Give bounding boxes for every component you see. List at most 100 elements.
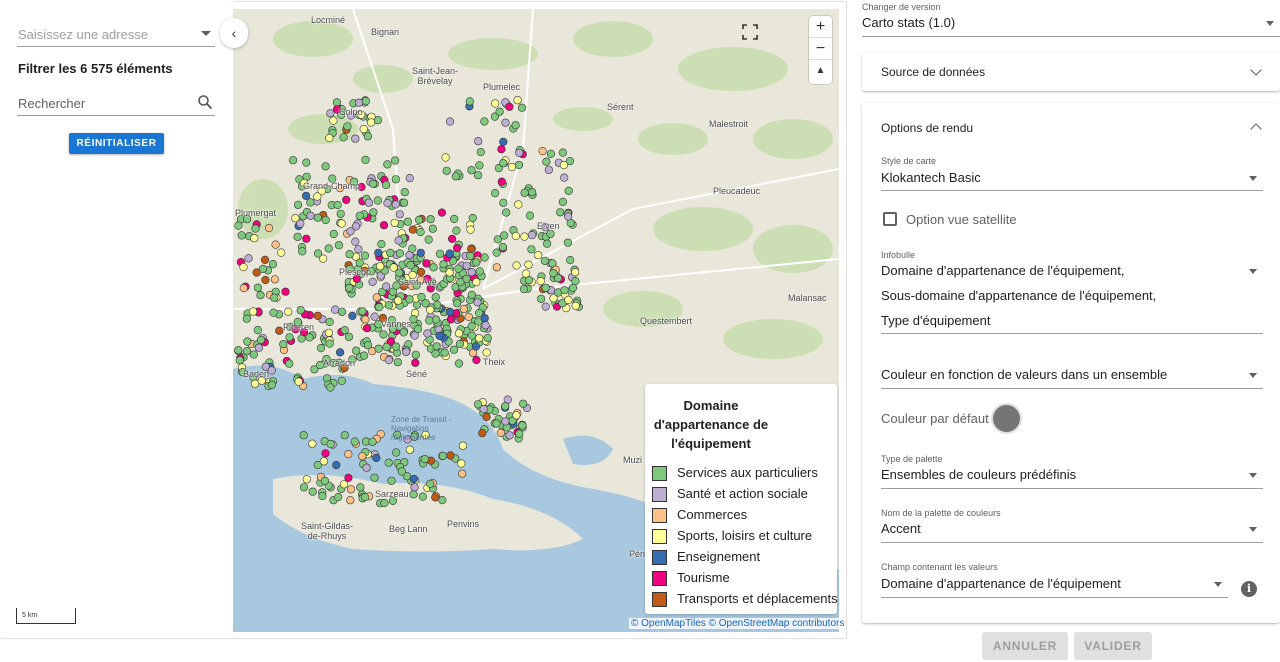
map-point[interactable] xyxy=(528,188,537,197)
map-point[interactable] xyxy=(321,449,330,458)
source-panel[interactable]: Source de données xyxy=(862,53,1280,91)
chevron-up-icon[interactable] xyxy=(1250,123,1262,135)
map-point[interactable] xyxy=(333,200,342,210)
map-point[interactable] xyxy=(491,99,500,108)
map-point[interactable] xyxy=(519,399,528,408)
default-color-picker[interactable] xyxy=(993,405,1020,432)
map-point[interactable] xyxy=(382,180,391,189)
map-point[interactable] xyxy=(242,314,251,323)
map-point[interactable] xyxy=(391,175,400,184)
map-point[interactable] xyxy=(492,248,501,257)
map-point[interactable] xyxy=(560,286,569,295)
map-point[interactable] xyxy=(384,301,393,310)
map-point[interactable] xyxy=(321,215,330,225)
palette-name-select[interactable]: Accent xyxy=(881,521,1263,543)
map-point[interactable] xyxy=(355,258,364,267)
map-point[interactable] xyxy=(514,160,524,170)
map-point[interactable] xyxy=(325,133,334,143)
map-point[interactable] xyxy=(454,264,463,273)
map-point[interactable] xyxy=(306,198,315,207)
map-point[interactable] xyxy=(363,341,373,350)
map-point[interactable] xyxy=(524,260,533,269)
map-point[interactable] xyxy=(321,162,330,171)
map-point[interactable] xyxy=(432,315,441,324)
map-point[interactable] xyxy=(437,208,446,217)
map-point[interactable] xyxy=(536,277,545,286)
map-point[interactable] xyxy=(334,241,343,250)
map-point[interactable] xyxy=(472,258,481,267)
map-point[interactable] xyxy=(354,245,363,254)
map-point[interactable] xyxy=(249,307,258,316)
map-point[interactable] xyxy=(440,348,449,357)
map-point[interactable] xyxy=(264,223,274,233)
map-point[interactable] xyxy=(391,200,400,209)
map-point[interactable] xyxy=(379,221,389,230)
map-point[interactable] xyxy=(244,254,253,263)
map-point[interactable] xyxy=(466,225,475,234)
map-point[interactable] xyxy=(499,159,508,168)
map-point[interactable] xyxy=(325,317,334,327)
map-point[interactable] xyxy=(435,249,445,258)
map-point[interactable] xyxy=(441,153,450,162)
map-point[interactable] xyxy=(284,307,293,316)
map-point[interactable] xyxy=(571,277,580,286)
map-point[interactable] xyxy=(474,137,483,146)
map-point[interactable] xyxy=(405,174,414,183)
map-point[interactable] xyxy=(234,346,243,355)
map-point[interactable] xyxy=(368,437,377,446)
map-point[interactable] xyxy=(302,158,311,167)
map-point[interactable] xyxy=(457,459,466,468)
map-point[interactable] xyxy=(400,198,409,207)
map-point[interactable] xyxy=(449,345,459,354)
map-point[interactable] xyxy=(454,329,464,338)
map-point[interactable] xyxy=(464,312,473,322)
map-point[interactable] xyxy=(376,262,385,271)
map-point[interactable] xyxy=(337,376,346,386)
map-point[interactable] xyxy=(546,149,556,158)
zoom-out-button[interactable]: − xyxy=(809,38,832,60)
map-point[interactable] xyxy=(386,248,395,257)
map-point[interactable] xyxy=(420,455,429,464)
map-point[interactable] xyxy=(389,263,398,272)
map-point[interactable] xyxy=(446,451,455,460)
map-point[interactable] xyxy=(400,188,409,197)
map-point[interactable] xyxy=(361,96,370,106)
map-point[interactable] xyxy=(512,261,521,270)
map-point[interactable] xyxy=(471,342,480,351)
map-point[interactable] xyxy=(363,132,372,141)
map-point[interactable] xyxy=(496,428,506,438)
map-point[interactable] xyxy=(480,253,489,262)
map-point[interactable] xyxy=(479,405,488,414)
map-point[interactable] xyxy=(346,496,355,505)
map-point[interactable] xyxy=(409,474,418,484)
map-point[interactable] xyxy=(313,213,322,222)
map-point[interactable] xyxy=(332,98,341,107)
map-point[interactable] xyxy=(480,117,489,126)
map-point[interactable] xyxy=(334,493,343,502)
map-point[interactable] xyxy=(571,301,580,311)
map-point[interactable] xyxy=(528,231,537,240)
map-point[interactable] xyxy=(520,232,529,241)
map-point[interactable] xyxy=(468,213,477,223)
map-point[interactable] xyxy=(431,349,440,358)
map-point[interactable] xyxy=(466,251,475,260)
map-point[interactable] xyxy=(268,260,278,269)
map-point[interactable] xyxy=(491,189,500,198)
map-point[interactable] xyxy=(541,283,550,292)
map-point[interactable] xyxy=(512,411,521,420)
map-point[interactable] xyxy=(418,492,427,501)
map-point[interactable] xyxy=(453,243,462,253)
map-point[interactable] xyxy=(492,419,501,428)
version-select[interactable]: Carto stats (1.0) xyxy=(862,15,1280,37)
map-point[interactable] xyxy=(426,305,435,315)
map-point[interactable] xyxy=(256,335,266,345)
map-point[interactable] xyxy=(313,249,323,258)
map-point[interactable] xyxy=(397,467,406,476)
map-point[interactable] xyxy=(501,118,510,127)
map-point[interactable] xyxy=(513,96,522,105)
map-point[interactable] xyxy=(345,250,354,259)
render-header[interactable]: Options de rendu xyxy=(881,121,973,135)
map-point[interactable] xyxy=(495,107,504,116)
map-point[interactable] xyxy=(367,118,376,127)
map-point[interactable] xyxy=(361,155,370,164)
